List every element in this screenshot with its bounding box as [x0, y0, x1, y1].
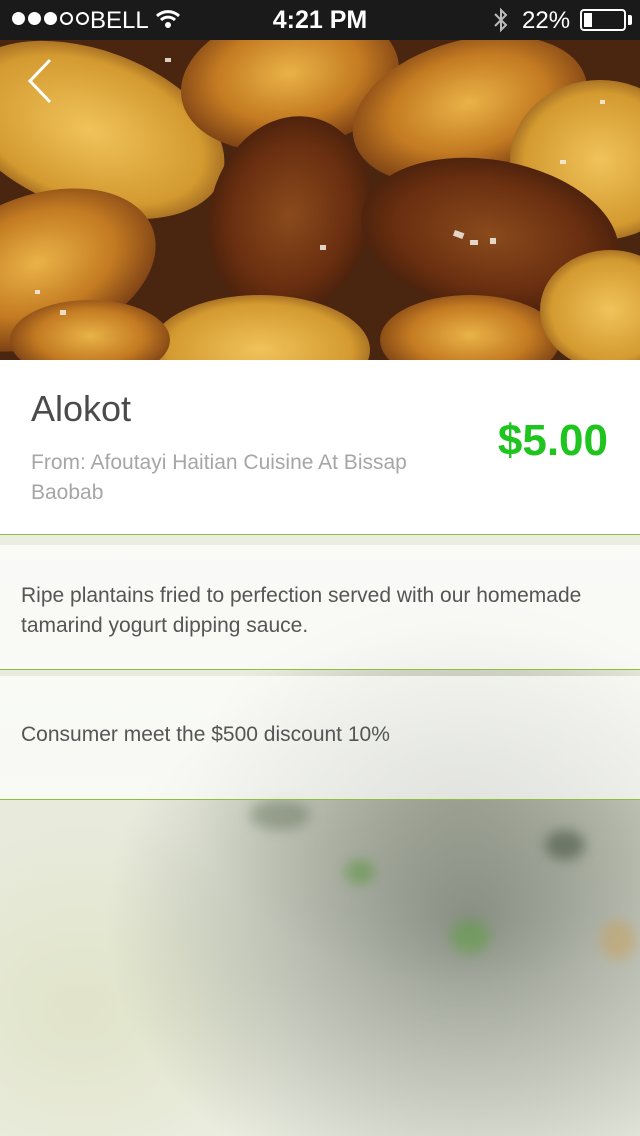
restaurant-source: From: Afoutayi Haitian Cuisine At Bissap… — [31, 451, 407, 504]
plantains-illustration — [0, 40, 640, 360]
item-description: Ripe plantains fried to perfection serve… — [21, 584, 582, 637]
item-price: $5.00 — [497, 416, 608, 465]
background-blur-spot — [450, 920, 490, 954]
battery-icon — [580, 9, 626, 31]
battery-tip — [628, 15, 632, 25]
background-blur-spot — [600, 920, 636, 960]
background-blur-spot — [345, 860, 375, 884]
bluetooth-icon — [494, 7, 508, 33]
discount-info-block: Consumer meet the $500 discount 10% — [0, 676, 640, 800]
back-chevron-icon[interactable] — [14, 54, 74, 114]
status-bar: BELL 4:21 PM 22% — [0, 0, 640, 40]
background-blur-spot — [545, 830, 585, 860]
item-header-card: Alokot From: Afoutayi Haitian Cuisine At… — [0, 360, 640, 535]
item-description-block: Ripe plantains fried to perfection serve… — [0, 545, 640, 670]
background-blur-spot — [250, 800, 310, 830]
battery-percentage: 22% — [522, 7, 571, 34]
item-name: Alokot — [31, 388, 132, 429]
hero-food-image — [0, 40, 640, 360]
discount-text: Consumer meet the $500 discount 10% — [21, 723, 390, 746]
